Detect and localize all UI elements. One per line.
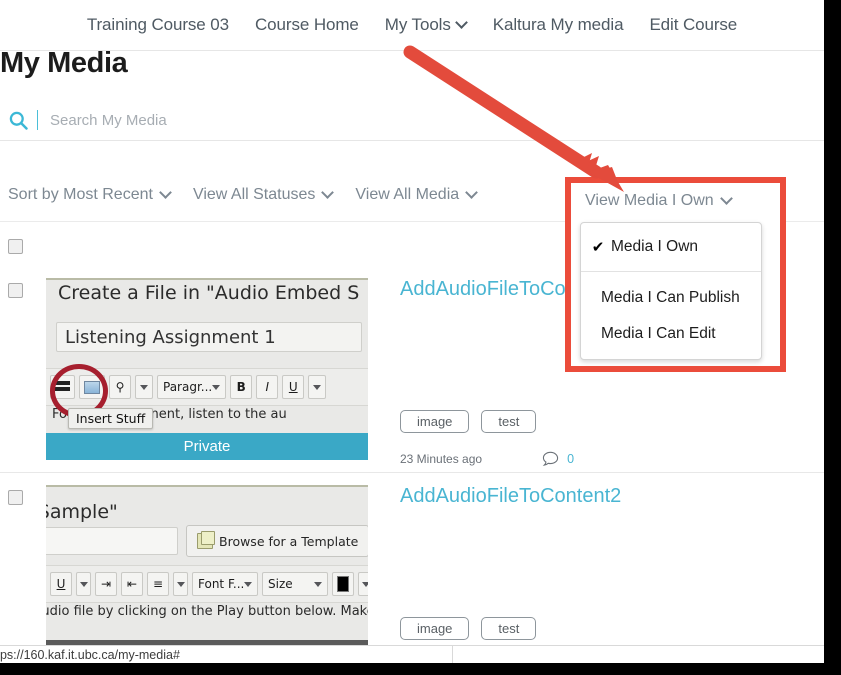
dropdown-option-label: Media I Can Edit <box>601 325 716 342</box>
thumbnail-heading: pe Sample" <box>46 501 118 523</box>
nav-item-my-tools[interactable]: My Tools <box>372 15 480 35</box>
tag-list: image test <box>400 617 537 640</box>
search-bar <box>0 100 824 141</box>
media-meta: AddAudioFileToContent2 image test <box>400 485 780 640</box>
chevron-down-icon <box>467 188 477 198</box>
filter-media-type[interactable]: View All Media <box>355 186 477 204</box>
nav-label: My Tools <box>384 15 451 34</box>
nav-label: Edit Course <box>649 15 738 34</box>
page-title: My Media <box>0 47 128 79</box>
browse-template-button: Browse for a Template <box>186 525 368 557</box>
italic-icon: I <box>256 375 279 399</box>
nav-items: Training Course 03 Course Home My Tools … <box>74 15 750 35</box>
media-submeta: 23 Minutes ago 0 <box>400 451 574 467</box>
bold-icon: B <box>230 375 253 399</box>
thumbnail-blank-field <box>46 527 178 555</box>
nav-item-edit-course[interactable]: Edit Course <box>636 15 750 35</box>
comments-group[interactable]: 0 <box>542 451 574 467</box>
chevron-down-icon <box>323 188 333 198</box>
thumbnail-body-text: the audio file by clicking on the Play b… <box>46 604 368 619</box>
tag-chip[interactable]: test <box>481 617 537 640</box>
thumbnail-title-field: Listening Assignment 1 <box>56 322 362 352</box>
dropdown-option-label: Media I Own <box>611 238 699 255</box>
nav-label: Kaltura My media <box>492 15 624 34</box>
toolbar-dropdown-arrow <box>135 375 153 399</box>
chevron-down-icon <box>457 18 467 28</box>
thumbnail-editor-toolbar: U ⇥ ⇤ ≡ Font F... Size <box>46 565 368 603</box>
dropdown-option-media-i-can-publish[interactable]: Media I Can Publish <box>581 280 761 316</box>
filter-sort-by[interactable]: Sort by Most Recent <box>8 186 171 204</box>
check-icon: ✔ <box>591 239 605 256</box>
tag-list: image test <box>400 410 537 433</box>
chevron-down-icon <box>161 188 171 198</box>
dropdown-option-media-i-can-edit[interactable]: Media I Can Edit <box>581 316 761 352</box>
paragraph-style-select: Paragr... <box>157 375 227 399</box>
filter-label: View All Statuses <box>192 186 316 203</box>
media-thumbnail[interactable]: pe Sample" Browse for a Template U ⇥ ⇤ ≡… <box>46 485 368 663</box>
bullet-list-icon: ≡ <box>147 572 169 596</box>
status-url-container: ttps://160.kaf.it.ubc.ca/my-media# <box>0 646 453 663</box>
dropdown-separator <box>581 271 761 272</box>
search-input[interactable] <box>48 110 452 130</box>
template-icon <box>197 531 215 549</box>
row-select-checkbox[interactable] <box>8 490 23 505</box>
font-size-select: Size <box>262 572 328 596</box>
toolbar-dropdown-arrow <box>308 375 327 399</box>
underline-icon: U <box>282 375 305 399</box>
insert-stuff-tooltip: Insert Stuff <box>68 408 154 429</box>
filter-owner-dropdown-trigger[interactable]: View Media I Own <box>585 192 732 210</box>
browse-template-label: Browse for a Template <box>219 533 359 549</box>
privacy-status-banner: Private <box>46 433 368 460</box>
underline-icon: U <box>50 572 72 596</box>
filter-group: Sort by Most Recent View All Statuses Vi… <box>8 186 499 204</box>
media-timestamp: 23 Minutes ago <box>400 452 483 466</box>
chevron-down-icon <box>722 194 732 204</box>
thumbnail-heading: Create a File in "Audio Embed S <box>58 282 360 304</box>
outdent-icon: ⇤ <box>121 572 143 596</box>
toolbar-dropdown-arrow <box>358 572 368 596</box>
row-select-checkbox[interactable] <box>8 283 23 298</box>
nav-label: Course Home <box>255 15 359 34</box>
toolbar-label: Size <box>268 577 293 591</box>
insert-link-icon: ⚲ <box>109 375 131 399</box>
tag-chip[interactable]: image <box>400 617 470 640</box>
dropdown-option-label: Media I Can Publish <box>601 289 740 306</box>
font-family-select: Font F... <box>192 572 258 596</box>
browser-status-bar: ttps://160.kaf.it.ubc.ca/my-media# <box>0 645 824 663</box>
filter-statuses[interactable]: View All Statuses <box>193 186 333 204</box>
search-divider <box>37 110 38 130</box>
text-color-swatch <box>332 572 354 596</box>
filter-label: Sort by Most Recent <box>8 186 153 203</box>
filter-label: View All Media <box>355 186 460 203</box>
search-icon[interactable] <box>7 109 29 131</box>
dropdown-option-media-i-own[interactable]: ✔ Media I Own <box>581 223 761 271</box>
select-all-checkbox[interactable] <box>8 239 23 254</box>
nav-item-course-home[interactable]: Course Home <box>242 15 372 35</box>
owner-dropdown-menu: ✔ Media I Own Media I Can Publish Media … <box>580 222 762 360</box>
media-thumbnail[interactable]: Create a File in "Audio Embed S Listenin… <box>46 278 368 460</box>
tag-chip[interactable]: test <box>481 410 537 433</box>
toolbar-dropdown-arrow <box>173 572 188 596</box>
media-title-link[interactable]: AddAudioFileToContent2 <box>400 485 780 508</box>
comment-icon <box>542 451 559 466</box>
tag-chip[interactable]: image <box>400 410 470 433</box>
browser-page: Training Course 03 Course Home My Tools … <box>0 0 824 663</box>
nav-label: Training Course 03 <box>86 15 229 34</box>
nav-item-kaltura-my-media[interactable]: Kaltura My media <box>480 15 637 35</box>
filter-label: View Media I Own <box>585 192 714 209</box>
toolbar-dropdown-arrow <box>76 572 91 596</box>
indent-icon: ⇥ <box>95 572 117 596</box>
media-list-item: pe Sample" Browse for a Template U ⇥ ⇤ ≡… <box>0 473 824 663</box>
toolbar-label: Font F... <box>198 577 245 591</box>
toolbar-label: Paragr... <box>163 380 213 394</box>
nav-item-training-course-03[interactable]: Training Course 03 <box>74 15 242 35</box>
course-navbar: Training Course 03 Course Home My Tools … <box>0 0 824 51</box>
comment-count: 0 <box>567 452 575 466</box>
status-url: ttps://160.kaf.it.ubc.ca/my-media# <box>0 648 180 662</box>
